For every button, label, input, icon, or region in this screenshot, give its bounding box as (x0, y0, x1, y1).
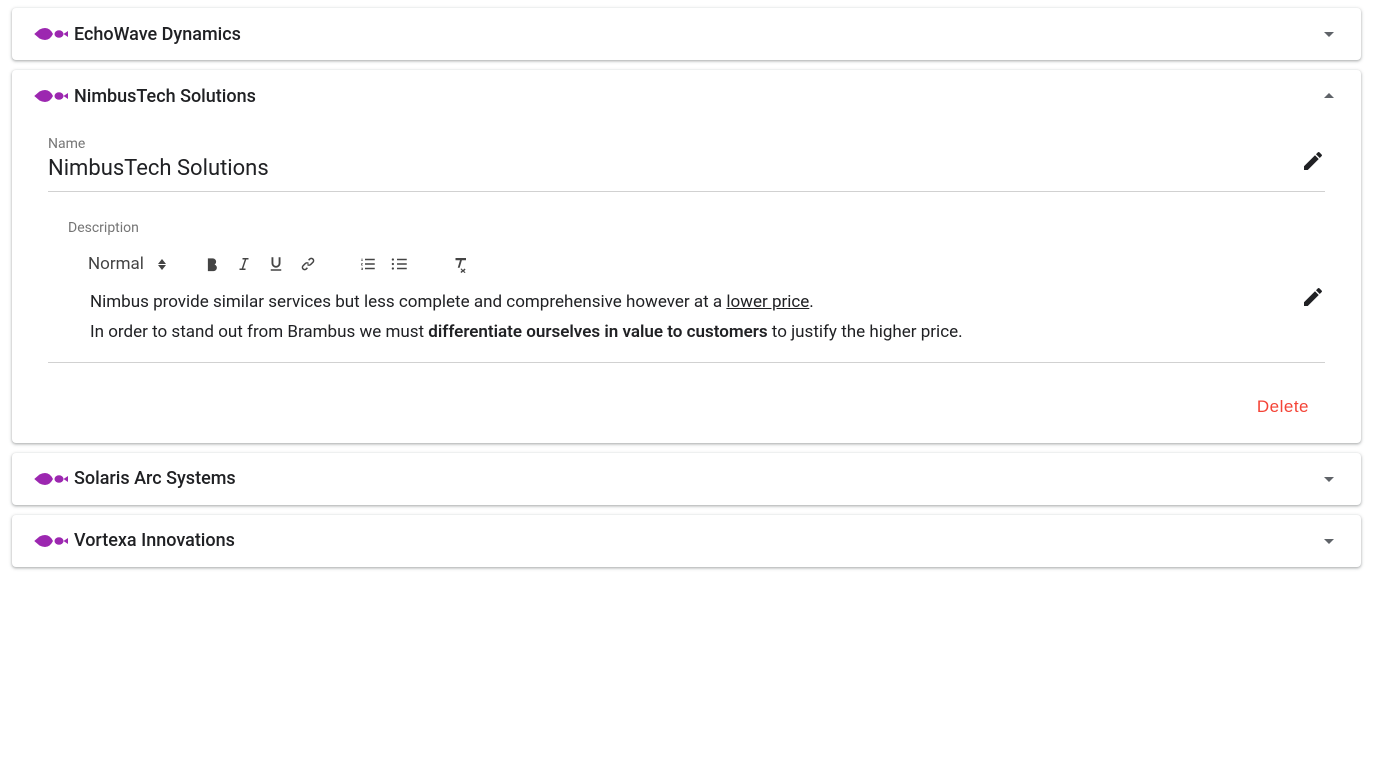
name-value[interactable]: NimbusTech Solutions (48, 156, 1325, 181)
delete-row: Delete (48, 391, 1325, 423)
chevron-up-icon[interactable] (1317, 84, 1341, 108)
card-title: EchoWave Dynamics (74, 24, 1317, 45)
delete-button[interactable]: Delete (1247, 391, 1319, 423)
clear-format-button[interactable] (446, 250, 474, 278)
card-header[interactable]: Solaris Arc Systems (12, 453, 1361, 505)
link-button[interactable] (294, 250, 322, 278)
edit-icon[interactable] (1301, 285, 1325, 309)
card-header[interactable]: Vortexa Innovations (12, 515, 1361, 567)
format-select-label: Normal (88, 254, 144, 274)
card-body: Name NimbusTech Solutions Description No… (12, 122, 1361, 443)
desc-text: In order to stand out from Brambus we mu… (90, 322, 428, 342)
unordered-list-button[interactable] (386, 250, 414, 278)
card-title: NimbusTech Solutions (74, 86, 1317, 107)
desc-text: . (809, 292, 813, 312)
name-label: Name (48, 136, 1325, 152)
card-header[interactable]: EchoWave Dynamics (12, 8, 1361, 60)
description-field: Description Normal (48, 220, 1325, 363)
competitor-card: Solaris Arc Systems (12, 453, 1361, 505)
card-header[interactable]: NimbusTech Solutions (12, 70, 1361, 122)
italic-button[interactable] (230, 250, 258, 278)
description-content[interactable]: Nimbus provide similar services but less… (48, 288, 1325, 348)
fish-icon (32, 469, 68, 489)
desc-underline: lower price (726, 292, 809, 312)
card-title: Vortexa Innovations (74, 530, 1317, 551)
fish-icon (32, 24, 68, 44)
underline-button[interactable] (262, 250, 290, 278)
edit-icon[interactable] (1301, 149, 1325, 173)
format-select[interactable]: Normal (88, 254, 166, 274)
chevron-down-icon[interactable] (1317, 467, 1341, 491)
competitor-card-expanded: NimbusTech Solutions Name NimbusTech Sol… (12, 70, 1361, 443)
fish-icon (32, 86, 68, 106)
description-label: Description (68, 220, 1325, 236)
card-title: Solaris Arc Systems (74, 468, 1317, 489)
fish-icon (32, 531, 68, 551)
chevron-down-icon[interactable] (1317, 529, 1341, 553)
name-field: Name NimbusTech Solutions (48, 130, 1325, 192)
competitor-card: Vortexa Innovations (12, 515, 1361, 567)
desc-bold: differentiate ourselves in value to cust… (428, 322, 767, 342)
chevron-down-icon[interactable] (1317, 22, 1341, 46)
competitor-card: EchoWave Dynamics (12, 8, 1361, 60)
desc-text: Nimbus provide similar services but less… (90, 292, 726, 312)
editor-toolbar: Normal (48, 250, 1325, 288)
updown-caret-icon (158, 259, 166, 270)
desc-text: to justify the higher price. (768, 322, 963, 342)
ordered-list-button[interactable] (354, 250, 382, 278)
bold-button[interactable] (198, 250, 226, 278)
